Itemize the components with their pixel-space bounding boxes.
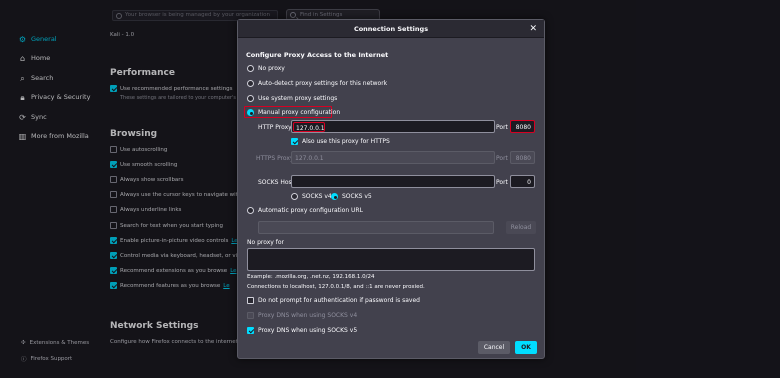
http-proxy-input[interactable]: 127.0.0.1 xyxy=(291,120,495,133)
socks-host-input[interactable] xyxy=(291,175,495,188)
no-proxy-radio[interactable]: No proxy xyxy=(247,65,285,72)
https-port-input[interactable]: 8080 xyxy=(510,151,535,164)
proxy-heading: Configure Proxy Access to the Internet xyxy=(246,51,389,59)
proxy-dns-socks5-checkbox[interactable]: Proxy DNS when using SOCKS v5 xyxy=(247,327,357,334)
dialog-titlebar: Connection Settings ✕ xyxy=(238,20,544,38)
reload-button[interactable]: Reload xyxy=(506,221,536,234)
socks-host-label: SOCKS Host xyxy=(258,179,295,186)
socks-v5-radio[interactable]: SOCKS v5 xyxy=(331,193,372,200)
no-proxy-for-label: No proxy for xyxy=(247,239,284,246)
cancel-button[interactable]: Cancel xyxy=(478,341,510,354)
ok-button[interactable]: OK xyxy=(515,341,537,354)
auto-config-url-radio[interactable]: Automatic proxy configuration URL xyxy=(247,207,363,214)
http-port-input[interactable]: 8080 xyxy=(510,120,535,133)
auto-detect-radio[interactable]: Auto-detect proxy settings for this netw… xyxy=(247,80,387,87)
auto-config-url-input[interactable] xyxy=(258,221,494,234)
dialog-title: Connection Settings xyxy=(353,25,429,33)
no-proxy-textarea[interactable] xyxy=(247,248,535,271)
socks-port-input[interactable]: 0 xyxy=(510,175,535,188)
socks-v4-radio[interactable]: SOCKS v4 xyxy=(291,193,332,200)
example-text: Example: .mozilla.org, .net.nz, 192.168.… xyxy=(247,274,375,280)
system-proxy-radio[interactable]: Use system proxy settings xyxy=(247,95,337,102)
https-proxy-input[interactable]: 127.0.0.1 xyxy=(291,151,495,164)
close-icon[interactable]: ✕ xyxy=(529,20,537,38)
also-https-checkbox[interactable]: Also use this proxy for HTTPS xyxy=(291,138,390,145)
http-port-label: Port xyxy=(496,124,508,131)
http-proxy-label: HTTP Proxy xyxy=(258,124,292,131)
connection-settings-dialog: Connection Settings ✕ Configure Proxy Ac… xyxy=(237,19,545,359)
https-port-label: Port xyxy=(496,155,508,162)
localhost-text: Connections to localhost, 127.0.0.1/8, a… xyxy=(247,284,425,290)
socks-port-label: Port xyxy=(496,179,508,186)
manual-proxy-radio[interactable]: Manual proxy configuration xyxy=(247,109,340,116)
no-prompt-auth-checkbox[interactable]: Do not prompt for authentication if pass… xyxy=(247,297,420,304)
proxy-dns-socks4-checkbox[interactable]: Proxy DNS when using SOCKS v4 xyxy=(247,312,357,319)
https-proxy-label: HTTPS Proxy xyxy=(256,155,294,162)
